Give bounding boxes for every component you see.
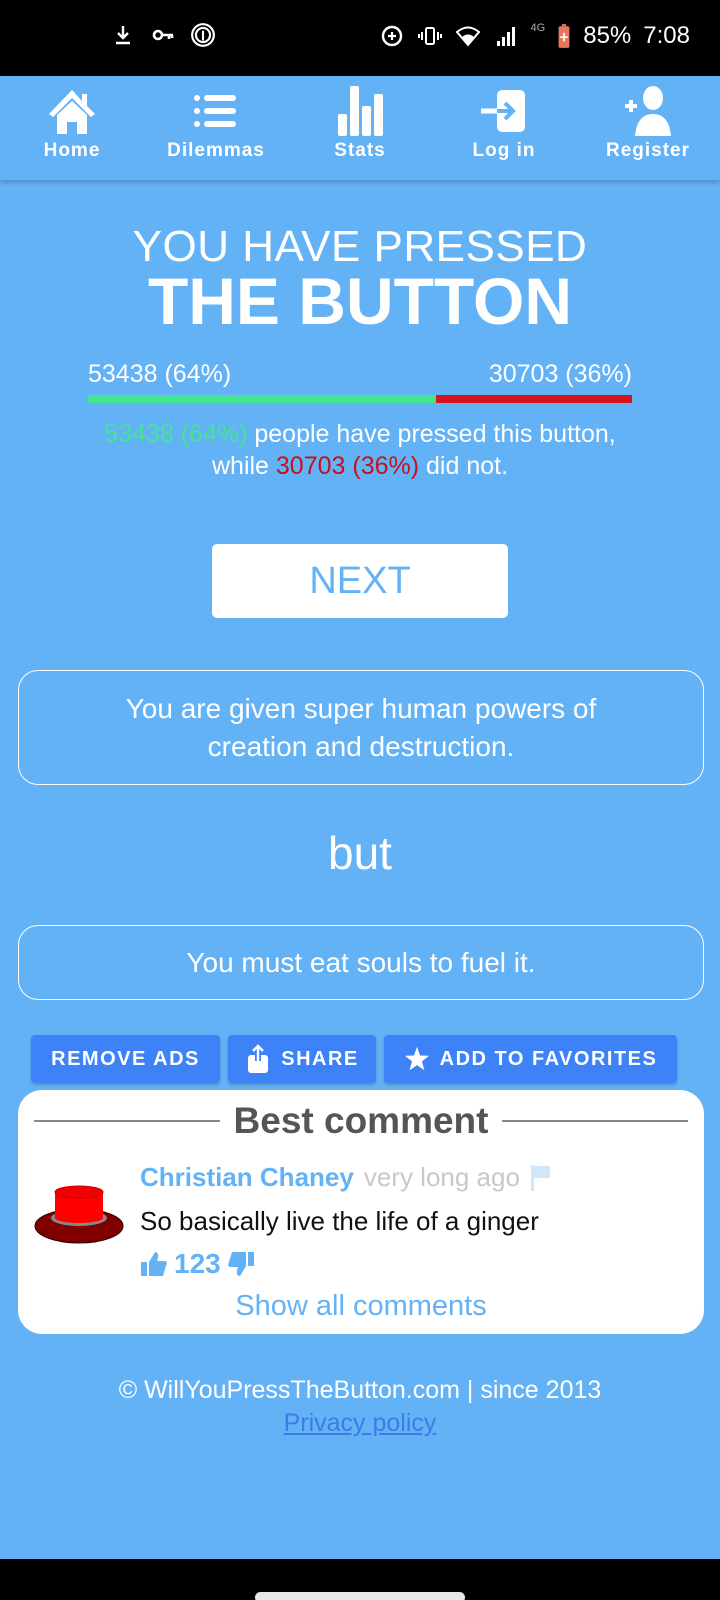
download-icon [110,22,136,48]
show-all-comments-link[interactable]: Show all comments [18,1290,704,1323]
copyright: © WillYouPressTheButton.com | since 2013 [118,1376,602,1404]
best-comment-title: Best comment [233,1100,489,1141]
bar-chart-icon [338,86,383,136]
comment-author[interactable]: Christian Chaney [140,1162,354,1193]
dilemma-benefit-text: You are given super human powers of crea… [125,692,597,762]
nav-stats-label: Stats [334,140,386,161]
nav-home[interactable]: Home [0,76,144,180]
next-button[interactable]: NEXT [212,544,508,618]
best-comment-header: Best comment [34,1100,689,1142]
clock: 7:08 [643,22,690,49]
nav-dilemmas-label: Dilemmas [167,140,265,161]
footer: © WillYouPressTheButton.com | since 2013… [0,1374,720,1440]
share-icon [248,1044,269,1073]
thumbs-down-icon[interactable] [227,1250,255,1278]
summary-not-pressed: 30703 (36%) [275,452,420,480]
add-to-favorites-button[interactable]: ADD TO FAVORITES [384,1035,677,1083]
summary-pressed: 53438 (64%) [104,420,248,448]
dilemma-drawback-text: You must eat souls to fuel it. [186,946,536,978]
divider [502,1120,689,1122]
vote-count: 123 [174,1248,221,1279]
battery-percent: 85% [583,22,632,49]
not-pressed-count: 30703 (36%) [488,360,632,388]
dilemma-connector: but [328,827,392,879]
comment-meta: Christian Chaney very long ago [140,1162,552,1193]
nav-login[interactable]: Log in [432,76,576,180]
nav-login-label: Log in [472,140,536,161]
vote-stats: 53438 (64%) 30703 (36%) [88,360,632,403]
top-nav: Home Dilemmas Stats Log in Register [0,76,720,180]
dilemma-benefit: You are given super human powers of crea… [18,670,704,785]
avatar [34,1185,124,1244]
list-icon [194,95,236,127]
privacy-policy-link[interactable]: Privacy policy [284,1409,437,1437]
action-bar: REMOVE ADS SHARE ADD TO FAVORITES [31,1035,677,1083]
vote-summary: 53438 (64%) people have pressed this but… [100,418,620,482]
comment-text: So basically live the life of a ginger [140,1206,539,1236]
dilemma-drawback: You must eat souls to fuel it. [18,925,704,1000]
pressed-count: 53438 (64%) [88,360,232,388]
nav-home-label: Home [43,140,101,161]
remove-ads-label: REMOVE ADS [51,1047,200,1070]
vote-bar-pressed [88,395,437,403]
vote-bar [88,395,632,403]
comment-time: very long ago [363,1162,520,1192]
data-saver-icon [379,23,405,49]
result-title: THE BUTTON [147,264,573,338]
add-user-icon [625,86,671,136]
best-comment-card: Best comment Christian Chaney very long … [18,1090,704,1334]
thumbs-up-icon[interactable] [140,1250,168,1278]
vibrate-icon [417,23,443,49]
wifi-icon [455,23,481,49]
flag-icon[interactable] [530,1164,552,1192]
vote-bar-not-pressed [436,395,632,403]
nav-dilemmas[interactable]: Dilemmas [144,76,288,180]
share-button[interactable]: SHARE [228,1035,376,1083]
share-label: SHARE [281,1047,359,1070]
divider [34,1120,220,1122]
comment-votes: 123 [140,1248,255,1280]
favorites-label: ADD TO FAVORITES [439,1047,658,1070]
status-bar: 4G 85% 7:08 [0,0,720,76]
home-icon [49,90,95,134]
signal-icon [493,23,519,49]
network-type: 4G [530,22,546,34]
remove-ads-button[interactable]: REMOVE ADS [31,1035,220,1083]
summary-end: did not. [419,452,509,480]
result-headline: YOU HAVE PRESSED THE BUTTON [0,222,720,334]
fingerprint-icon [190,22,216,48]
key-icon [150,22,176,48]
home-gesture-handle[interactable] [255,1592,465,1600]
nav-stats[interactable]: Stats [288,76,432,180]
battery-icon [557,23,571,49]
star-icon [404,1046,429,1071]
nav-register-label: Register [605,140,691,161]
nav-register[interactable]: Register [576,76,720,180]
login-icon [481,90,525,132]
